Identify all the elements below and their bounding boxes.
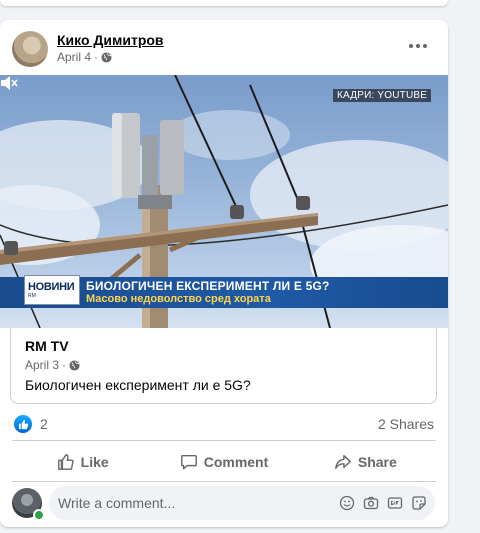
comment-placeholder: Write a comment... xyxy=(58,495,176,511)
shared-date[interactable]: April 3 xyxy=(25,358,59,372)
shared-post-attachment[interactable]: RM TV April 3 · Биологичен експеримент л… xyxy=(10,328,437,404)
more-options-icon[interactable] xyxy=(402,34,434,58)
camera-icon[interactable] xyxy=(363,495,379,511)
meta-separator: · xyxy=(94,50,99,64)
globe-icon[interactable] xyxy=(101,51,112,63)
globe-icon xyxy=(69,359,80,371)
shared-post-text: Биологичен експеримент ли е 5G? xyxy=(25,377,251,393)
shared-page-name[interactable]: RM TV xyxy=(25,338,69,354)
divider xyxy=(12,481,436,482)
post-card: Кико Димитров April 4 · КАДРИ: YOUTUBE Н… xyxy=(0,20,448,527)
comment-label: Comment xyxy=(203,454,269,470)
video-headline: БИОЛОГИЧЕН ЕКСПЕРИМЕНТ ЛИ Е 5G? xyxy=(86,279,330,293)
gif-icon[interactable] xyxy=(387,495,403,511)
post-date[interactable]: April 4 xyxy=(57,50,91,64)
comment-icon xyxy=(180,454,197,470)
like-count: 2 xyxy=(40,416,48,432)
shares-count[interactable]: 2 Shares xyxy=(378,416,434,432)
video-subheadline: Масово недоволство сред хората xyxy=(86,293,271,305)
author-avatar[interactable] xyxy=(12,31,48,67)
like-icon xyxy=(14,415,32,433)
previous-post-card xyxy=(0,0,448,6)
online-status-dot xyxy=(33,509,45,521)
comment-button[interactable]: Comment xyxy=(153,444,294,480)
post-meta: April 4 · xyxy=(57,50,112,64)
action-bar: Like Comment Share xyxy=(12,444,436,480)
comment-input[interactable]: Write a comment... xyxy=(49,486,435,520)
comment-composer: Write a comment... xyxy=(12,486,436,521)
video-thumbnail[interactable]: КАДРИ: YOUTUBE НОВИНИ RM БИОЛОГИЧЕН ЕКСП… xyxy=(0,75,448,328)
mute-icon[interactable] xyxy=(0,75,18,91)
like-label: Like xyxy=(80,454,109,470)
emoji-icon[interactable] xyxy=(339,495,355,511)
share-button[interactable]: Share xyxy=(295,444,436,480)
sticker-icon[interactable] xyxy=(411,495,427,511)
channel-logo: НОВИНИ RM xyxy=(24,275,80,305)
share-label: Share xyxy=(357,454,397,470)
source-tag: КАДРИ: YOUTUBE xyxy=(333,89,432,102)
like-button[interactable]: Like xyxy=(12,444,153,480)
shared-meta-separator: · xyxy=(62,358,67,372)
author-name[interactable]: Кико Димитров xyxy=(57,32,164,48)
divider xyxy=(12,440,436,441)
share-icon xyxy=(334,454,351,470)
like-icon xyxy=(57,454,74,470)
shared-meta: April 3 · xyxy=(25,358,80,372)
reaction-summary[interactable]: 2 xyxy=(14,415,48,433)
